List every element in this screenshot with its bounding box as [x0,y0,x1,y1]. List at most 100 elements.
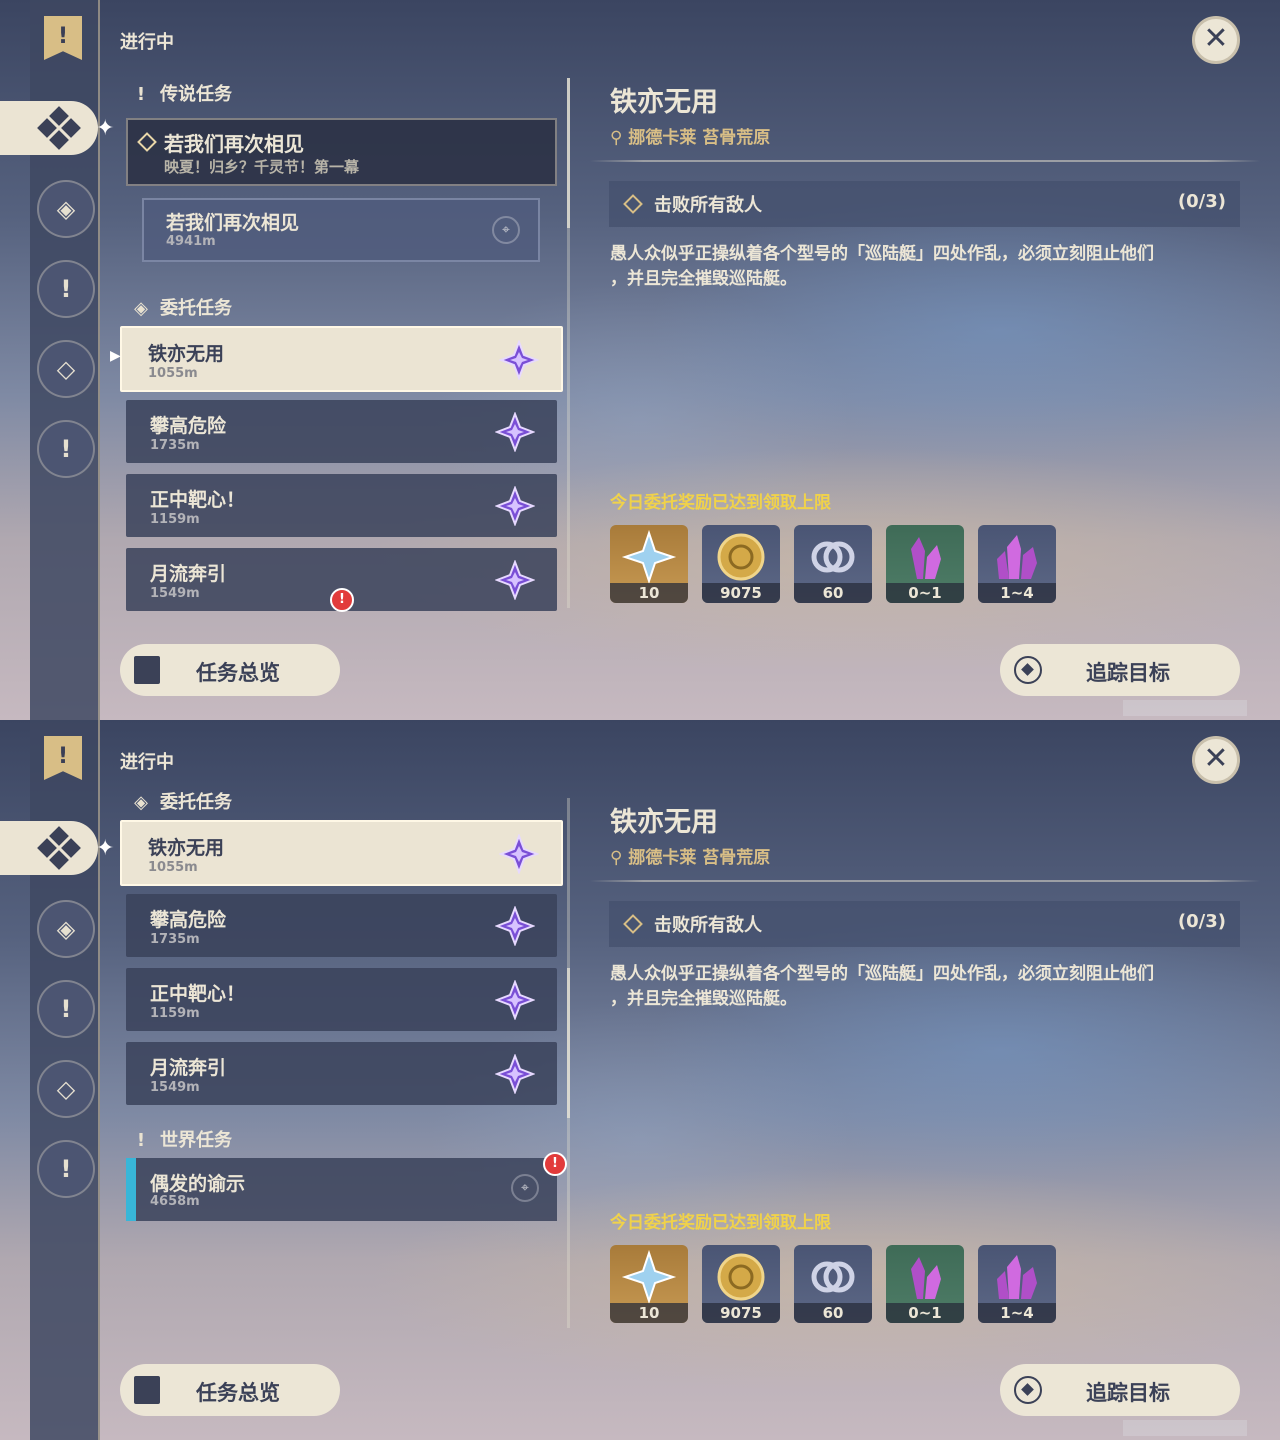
objective-count: (0/3) [1177,191,1226,212]
legend-quest-subtitle: 映夏！归乡？千灵节！第一幕 [164,158,360,176]
fellowship-icon [811,1261,855,1293]
description-line: 愚人众似乎正操纵着各个型号的「巡陆艇」四处作乱，必须立刻阻止他们 [610,964,1154,984]
commission-item[interactable]: 铁亦无用 1055m [120,820,563,886]
rail-tab-commission[interactable] [0,101,98,155]
rail-tab-archon[interactable]: ! [37,260,95,318]
reward-limit-notice: 今日委托奖励已达到领取上限 [610,1213,831,1233]
rail-tab-archon[interactable]: ! [37,980,95,1038]
page-title: 进行中 [120,752,174,773]
commission-tab-icon [37,826,81,870]
description-line: 愚人众似乎正操纵着各个型号的「巡陆艇」四处作乱，必须立刻阻止他们 [610,244,1154,264]
quest-overview-button[interactable]: 任务总览 [120,644,340,696]
track-target-button[interactable]: 追踪目标 [1000,1364,1240,1416]
commission-item[interactable]: 铁亦无用 1055m [120,326,563,392]
overview-label: 任务总览 [196,661,280,685]
rail-tab-legend[interactable]: ◈ [37,900,95,958]
track-diamond-icon [1014,656,1042,684]
world-quest-title: 偶发的谕示 [150,1173,246,1195]
location-text: 挪德卡莱 苔骨荒原 [628,128,771,148]
reward-crystal-small[interactable]: 0~1 [886,1245,964,1323]
detail-title: 铁亦无用 [610,87,718,118]
commission-title: 月流奔引 [150,563,227,585]
quest-overview-button[interactable]: 任务总览 [120,1364,340,1416]
commission-item[interactable]: 攀高危险 1735m [126,400,557,463]
rail-tab-commission[interactable] [0,821,98,875]
reward-amount: 10 [610,583,688,603]
left-rail: ! ✦ ◈ ! ◇ ! [0,720,114,1440]
page-title: 进行中 [120,32,174,53]
selection-arrow-icon: ▶ [110,348,121,364]
legend-quest-step[interactable]: 若我们再次相见 4941m ⌖ [142,198,540,262]
commission-item[interactable]: 攀高危险 1735m [126,894,557,957]
section-world-label: 世界任务 [160,1130,232,1151]
rail-tab-story[interactable]: ◇ [37,1060,95,1118]
commission-star-icon [495,486,535,526]
objective-row: 击败所有敌人 (0/3) [609,901,1240,947]
commission-star-icon [499,834,539,874]
commission-distance: 1055m [148,366,198,381]
close-button[interactable]: ✕ [1192,736,1240,784]
reward-fellowship[interactable]: 60 [794,1245,872,1323]
alert-badge-icon: ! [330,588,354,612]
location-pin-icon[interactable]: ⌖ [492,216,520,244]
location-pin-icon[interactable]: ⌖ [511,1174,539,1202]
commission-star-icon [495,560,535,600]
list-scrollbar[interactable] [567,78,570,608]
objective-count: (0/3) [1177,911,1226,932]
commission-distance: 1159m [150,1006,200,1021]
rail-tab-world[interactable]: ! [37,1140,95,1198]
close-button[interactable]: ✕ [1192,16,1240,64]
commission-section-icon: ◈ [134,298,148,319]
close-icon: ✕ [1203,741,1229,776]
commission-distance: 1159m [150,512,200,527]
reward-amount: 10 [610,1303,688,1323]
legend-section-icon: ! [136,84,146,105]
crystal-large-icon [997,1255,1037,1299]
watermark [1123,1420,1247,1436]
reward-mora[interactable]: 9075 [702,525,780,603]
reward-amount: 0~1 [886,583,964,603]
rail-tab-world[interactable]: ! [37,420,95,478]
reward-fellowship[interactable]: 60 [794,525,872,603]
quest-screen-2: ! ✦ ◈ ! ◇ ! 进行中 ✕ ◈ 委托任务 铁亦无用 1055m 攀高危险 … [0,720,1280,1440]
reward-primogem[interactable]: 10 [610,1245,688,1323]
track-target-button[interactable]: 追踪目标 [1000,644,1240,696]
reward-crystal-large[interactable]: 1~4 [978,1245,1056,1323]
reward-crystal-small[interactable]: 0~1 [886,525,964,603]
crystal-large-icon [997,535,1037,579]
commission-tab-icon [37,106,81,150]
world-section-icon: ! [136,1130,146,1151]
reward-mora[interactable]: 9075 [702,1245,780,1323]
commission-item[interactable]: 月流奔引 1549m [126,1042,557,1105]
primogem-icon [621,529,677,585]
reward-amount: 1~4 [978,1303,1056,1323]
commission-star-icon [495,980,535,1020]
scroll-thumb[interactable] [567,78,570,228]
commission-item[interactable]: 正中靶心！ 1159m [126,968,557,1031]
world-quest-distance: 4658m [150,1194,200,1209]
left-rail: ! ✦ ◈ ! ◇ ! [0,0,114,720]
rail-tab-legend[interactable]: ◈ [37,180,95,238]
section-commission: ◈ 委托任务 [130,788,232,813]
commission-star-icon [499,340,539,380]
section-commission: ◈ 委托任务 [130,294,232,319]
scroll-thumb[interactable] [567,968,570,1118]
reward-crystal-large[interactable]: 1~4 [978,525,1056,603]
list-scrollbar[interactable] [567,798,570,1328]
commission-star-icon [495,412,535,452]
section-commission-label: 委托任务 [160,792,232,813]
objective-diamond-icon [623,914,643,934]
commission-title: 铁亦无用 [148,837,225,859]
step-title: 若我们再次相见 [166,212,300,234]
commission-item[interactable]: 正中靶心！ 1159m [126,474,557,537]
step-distance: 4941m [166,234,216,249]
reward-primogem[interactable]: 10 [610,525,688,603]
location-pin-icon: ⚲ [610,848,629,868]
rail-tab-story[interactable]: ◇ [37,340,95,398]
legend-quest-card[interactable]: 若我们再次相见 映夏！归乡？千灵节！第一幕 [126,118,557,186]
commission-title: 正中靶心！ [150,489,246,511]
mora-coin-icon [717,533,765,581]
close-icon: ✕ [1203,21,1229,56]
world-quest-item[interactable]: 偶发的谕示 4658m ⌖ [126,1158,557,1221]
world-quest-accent [126,1158,136,1221]
